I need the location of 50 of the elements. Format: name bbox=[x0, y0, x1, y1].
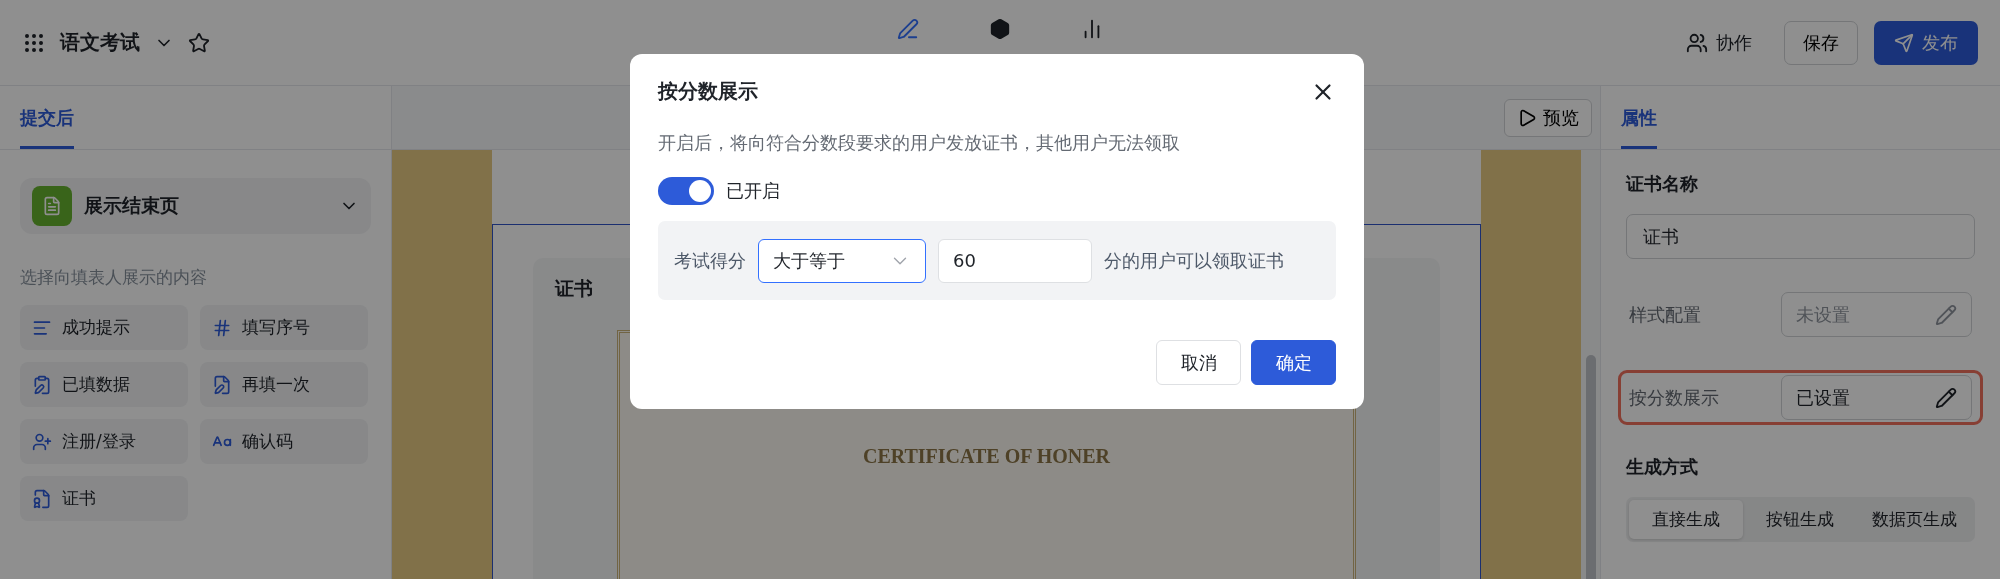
component-item[interactable]: 证书 bbox=[20, 476, 188, 521]
mode-option[interactable]: 按钮生成 bbox=[1743, 500, 1858, 539]
condition-suffix: 分的用户可以领取证书 bbox=[1104, 248, 1284, 273]
publish-button[interactable]: 发布 bbox=[1874, 20, 1978, 65]
component-item[interactable]: 填写序号 bbox=[200, 305, 368, 350]
users-icon bbox=[1686, 31, 1708, 54]
property-field[interactable]: 已设置 bbox=[1781, 375, 1972, 420]
field-label: 证书名称 bbox=[1626, 172, 1699, 196]
component-item[interactable]: 再填一次 bbox=[200, 362, 368, 407]
section-hint: 选择向填表人展示的内容 bbox=[20, 266, 208, 289]
condition-label: 考试得分 bbox=[674, 248, 746, 273]
component-item[interactable]: 注册/登录 bbox=[20, 419, 188, 464]
form-title: 语文考试 bbox=[60, 29, 140, 56]
property-label: 按分数展示 bbox=[1629, 385, 1720, 410]
file-badge-icon bbox=[32, 488, 52, 509]
mode-option[interactable]: 数据页生成 bbox=[1857, 500, 1972, 539]
component-item[interactable]: 已填数据 bbox=[20, 362, 188, 407]
hash-icon bbox=[212, 317, 232, 338]
score-input[interactable]: 60 bbox=[938, 238, 1092, 283]
send-icon bbox=[1894, 32, 1914, 53]
file-pen-icon bbox=[212, 374, 232, 395]
panel-tab[interactable]: 属性 bbox=[1621, 106, 1657, 149]
dialog-description: 开启后，将向符合分数段要求的用户发放证书，其他用户无法领取 bbox=[658, 131, 1181, 155]
page-select[interactable]: 展示结束页 bbox=[20, 178, 371, 234]
preview-button[interactable]: 预览 bbox=[1504, 98, 1592, 137]
pencil-icon bbox=[1935, 303, 1957, 326]
property-label: 样式配置 bbox=[1629, 302, 1702, 327]
pencil-icon bbox=[1935, 386, 1957, 409]
card-title: 证书 bbox=[555, 276, 594, 301]
mode-option[interactable]: 直接生成 bbox=[1629, 500, 1744, 539]
play-icon bbox=[1517, 107, 1537, 128]
cancel-button[interactable]: 取消 bbox=[1156, 340, 1241, 385]
save-button[interactable]: 保存 bbox=[1784, 20, 1858, 65]
user-plus-icon bbox=[32, 431, 52, 452]
panel-tab[interactable]: 提交后 bbox=[20, 106, 74, 149]
page-icon bbox=[32, 186, 72, 226]
field-label: 生成方式 bbox=[1626, 455, 1699, 479]
collaborate-button[interactable]: 协作 bbox=[1670, 20, 1768, 65]
toggle-switch[interactable] bbox=[658, 177, 714, 205]
dialog-title: 按分数展示 bbox=[658, 78, 758, 105]
component-item[interactable]: 确认码 bbox=[200, 419, 368, 464]
component-item[interactable]: 成功提示 bbox=[20, 305, 188, 350]
clipboard-pen-icon bbox=[32, 374, 52, 395]
toggle-label: 已开启 bbox=[726, 179, 780, 203]
scrollbar-thumb[interactable] bbox=[1585, 355, 1596, 579]
star-icon[interactable] bbox=[188, 31, 210, 54]
confirm-button[interactable]: 确定 bbox=[1251, 340, 1336, 385]
operator-select[interactable]: 大于等于 bbox=[758, 238, 926, 283]
name-input[interactable]: 证书 bbox=[1626, 214, 1975, 259]
certificate-subtitle: CERTIFICATE OF HONER bbox=[862, 445, 1111, 469]
